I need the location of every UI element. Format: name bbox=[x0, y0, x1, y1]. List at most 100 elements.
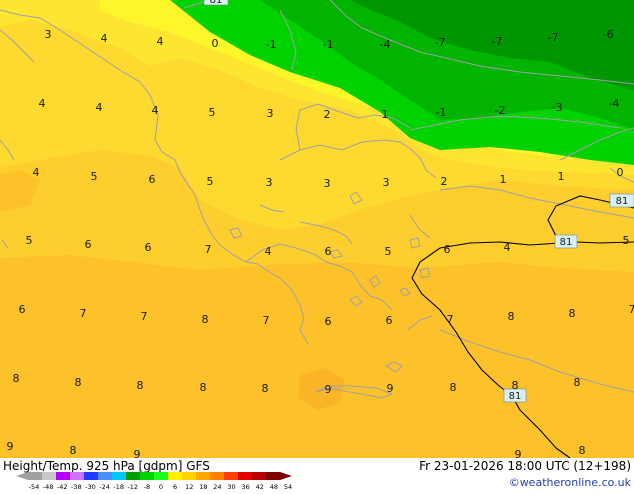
temp-label: -3 bbox=[552, 101, 563, 114]
map-canvas: 3 4 4 0 -1 -1 -4 -7 -7 -7 -6 4 4 4 5 3 2… bbox=[0, 0, 634, 490]
temp-label: 4 bbox=[265, 245, 272, 258]
valid-datetime: Fr 23-01-2026 18:00 UTC (12+198) bbox=[419, 459, 631, 473]
temp-label: 8 bbox=[200, 381, 207, 394]
legend-tick-label: -12 bbox=[127, 483, 138, 490]
legend-tick-label: -24 bbox=[99, 483, 110, 490]
temp-label: 5 bbox=[207, 175, 214, 188]
temp-label: 8 bbox=[202, 313, 209, 326]
temp-label: 6 bbox=[85, 238, 92, 251]
temp-label: 5 bbox=[385, 245, 392, 258]
temp-label: 7 bbox=[205, 243, 212, 256]
legend-swatch bbox=[70, 472, 84, 480]
temp-label: 8 bbox=[75, 376, 82, 389]
temp-label: -6 bbox=[603, 28, 614, 41]
legend-swatch bbox=[252, 472, 266, 480]
temp-label: 8 bbox=[579, 444, 586, 457]
temp-label: -4 bbox=[380, 38, 391, 51]
temp-label: 6 bbox=[19, 303, 26, 316]
temp-label: 4 bbox=[96, 101, 103, 114]
temp-label: 1 bbox=[500, 173, 507, 186]
temp-label: 1 bbox=[382, 108, 389, 121]
legend-tick-label: 36 bbox=[242, 483, 250, 490]
temp-label: -7 bbox=[435, 36, 446, 49]
legend-tick-label: 12 bbox=[185, 483, 193, 490]
product-title: Height/Temp. 925 hPa [gdpm] GFS bbox=[3, 459, 210, 473]
legend-swatch bbox=[182, 472, 196, 480]
legend-tick-label: -48 bbox=[43, 483, 54, 490]
temp-label: 5 bbox=[91, 170, 98, 183]
temp-label: 8 bbox=[508, 310, 515, 323]
temp-label: -7 bbox=[492, 35, 503, 48]
legend-swatches bbox=[28, 472, 280, 480]
legend-swatch bbox=[126, 472, 140, 480]
temp-label: 7 bbox=[80, 307, 87, 320]
legend-tick-label: 24 bbox=[213, 483, 221, 490]
legend-swatch bbox=[140, 472, 154, 480]
temp-label: 9 bbox=[387, 382, 394, 395]
temp-label: 4 bbox=[39, 97, 46, 110]
temp-label: 7 bbox=[447, 313, 454, 326]
temp-label: 4 bbox=[152, 104, 159, 117]
legend-tick-label: 48 bbox=[270, 483, 278, 490]
temp-label: 1 bbox=[558, 170, 565, 183]
legend-tick-label: 54 bbox=[284, 483, 292, 490]
temp-label: 3 bbox=[266, 176, 273, 189]
legend-tick-label: -18 bbox=[113, 483, 124, 490]
temp-label: 4 bbox=[101, 32, 108, 45]
temp-label: 6 bbox=[444, 243, 451, 256]
legend-tick-label: 6 bbox=[173, 483, 177, 490]
temp-label: 9 bbox=[7, 440, 14, 453]
legend-swatch bbox=[168, 472, 182, 480]
contour-label: 81 bbox=[509, 391, 522, 402]
legend-swatch bbox=[154, 472, 168, 480]
temp-label: 6 bbox=[386, 314, 393, 327]
legend-swatch bbox=[224, 472, 238, 480]
temp-label: 5 bbox=[209, 106, 216, 119]
legend-tick-label: 42 bbox=[256, 483, 264, 490]
temp-label: 7 bbox=[263, 314, 270, 327]
temp-label: 8 bbox=[569, 307, 576, 320]
temp-label: 3 bbox=[324, 177, 331, 190]
temp-label: 0 bbox=[617, 166, 624, 179]
legend-swatch bbox=[42, 472, 56, 480]
temp-label: 6 bbox=[325, 315, 332, 328]
legend-tick-label: -42 bbox=[57, 483, 68, 490]
copyright-credit: ©weatheronline.co.uk bbox=[509, 476, 632, 489]
temp-label: -1 bbox=[323, 38, 334, 51]
legend-tick-label: -30 bbox=[85, 483, 96, 490]
temp-label: 3 bbox=[267, 107, 274, 120]
temp-label: 4 bbox=[504, 241, 511, 254]
legend-swatch bbox=[266, 472, 280, 480]
band-orange bbox=[0, 255, 634, 458]
contour-label: 81 bbox=[210, 0, 223, 6]
temp-label: 3 bbox=[383, 176, 390, 189]
temp-label: 2 bbox=[324, 108, 331, 121]
temp-label: 0 bbox=[212, 37, 219, 50]
legend-tick-label: 30 bbox=[227, 483, 235, 490]
temp-label: 6 bbox=[145, 241, 152, 254]
legend-swatch bbox=[238, 472, 252, 480]
legend-swatch bbox=[98, 472, 112, 480]
temp-label: 8 bbox=[450, 381, 457, 394]
weather-map: 3 4 4 0 -1 -1 -4 -7 -7 -7 -6 4 4 4 5 3 2… bbox=[0, 0, 634, 490]
legend-tick-label: 0 bbox=[159, 483, 163, 490]
temp-label: -1 bbox=[266, 38, 277, 51]
temp-label: 6 bbox=[149, 173, 156, 186]
temp-label: 8 bbox=[70, 444, 77, 457]
legend-swatch bbox=[28, 472, 42, 480]
temp-label: 8 bbox=[262, 382, 269, 395]
legend-swatch bbox=[196, 472, 210, 480]
legend-tick-label: -38 bbox=[71, 483, 82, 490]
legend-tick-label: 18 bbox=[199, 483, 207, 490]
legend-tick-label: -8 bbox=[144, 483, 150, 490]
temp-label: 4 bbox=[33, 166, 40, 179]
temp-label: 8 bbox=[137, 379, 144, 392]
temp-label: 7 bbox=[141, 310, 148, 323]
contour-label: 81 bbox=[616, 196, 629, 207]
temp-label: 8 bbox=[13, 372, 20, 385]
legend-swatch bbox=[56, 472, 70, 480]
legend-swatch bbox=[112, 472, 126, 480]
legend-tick-label: -54 bbox=[29, 483, 40, 490]
temp-label: 5 bbox=[623, 234, 630, 247]
temp-label: -1 bbox=[436, 106, 447, 119]
